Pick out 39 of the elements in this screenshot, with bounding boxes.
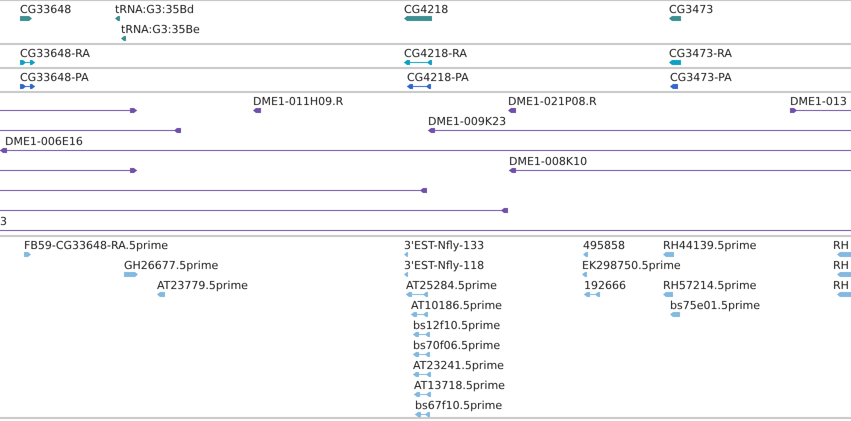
feature-label: RH xyxy=(833,259,849,272)
feature-label: CG3473-PA xyxy=(670,71,732,84)
feature-label: 192666 xyxy=(584,279,626,292)
feature-label: DME1-021P08.R xyxy=(508,95,597,108)
feature-label: RH44139.5prime xyxy=(663,239,756,252)
feature-label: RH57214.5prime xyxy=(663,279,756,292)
feature-label: tRNA:G3:35Be xyxy=(121,23,200,36)
feature-label: bs67f10.5prime xyxy=(415,399,502,412)
feature-label: AT13718.5prime xyxy=(414,379,505,392)
feature-label: GH26677.5prime xyxy=(124,259,218,272)
feature-label: RH xyxy=(833,239,849,252)
feature-label: DME1-006E16 xyxy=(5,135,83,148)
feature-label: bs70f06.5prime xyxy=(413,339,500,352)
feature-label: AT10186.5prime xyxy=(411,299,502,312)
feature-label: bs75e01.5prime xyxy=(670,299,760,312)
feature-label: AT23241.5prime xyxy=(413,359,504,372)
feature-label: CG3473 xyxy=(669,3,714,16)
feature-label: CG3473-RA xyxy=(669,47,732,60)
feature-label: DME1-009K23 xyxy=(428,115,506,128)
feature-label: RH xyxy=(833,279,849,292)
feature-label: CG4218-RA xyxy=(404,47,467,60)
feature-label: 3'EST-Nfly-133 xyxy=(404,239,484,252)
feature-label: CG33648-RA xyxy=(20,47,90,60)
feature-label: bs12f10.5prime xyxy=(413,319,500,332)
feature-label: DME1-013 xyxy=(790,95,847,108)
feature-label: CG33648-PA xyxy=(20,71,89,84)
feature-label: CG33648 xyxy=(20,3,72,16)
feature-label: 495858 xyxy=(583,239,625,252)
feature-label: AT23779.5prime xyxy=(157,279,248,292)
feature-label: DME1-008K10 xyxy=(509,155,588,168)
feature-label: CG4218 xyxy=(404,3,448,16)
feature-label: FB59-CG33648-RA.5prime xyxy=(24,239,168,252)
feature-label: AT25284.5prime xyxy=(406,279,497,292)
feature-label: 3'EST-Nfly-118 xyxy=(404,259,484,272)
feature-label: 3 xyxy=(0,215,7,228)
feature-label: DME1-011H09.R xyxy=(253,95,344,108)
feature-label: tRNA:G3:35Bd xyxy=(115,3,194,16)
feature-label: CG4218-PA xyxy=(407,71,469,84)
feature-label: EK298750.5prime xyxy=(582,259,681,272)
